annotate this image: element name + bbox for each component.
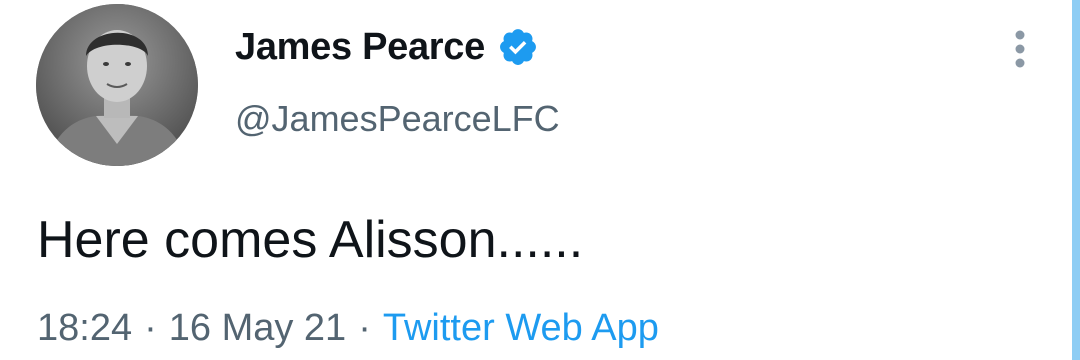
scroll-edge-bar	[1072, 0, 1080, 360]
meta-separator: ·	[358, 307, 371, 349]
tweet-time[interactable]: 18:24	[37, 307, 132, 349]
tweet-text: Here comes Alisson......	[37, 211, 584, 269]
avatar[interactable]	[36, 4, 198, 166]
display-name[interactable]: James Pearce	[235, 26, 485, 69]
more-vertical-icon[interactable]	[1006, 28, 1034, 74]
author-row: James Pearce	[235, 24, 539, 70]
user-handle[interactable]: @JamesPearceLFC	[235, 98, 560, 140]
verified-badge-icon	[497, 26, 539, 68]
tweet-date[interactable]: 16 May 21	[169, 307, 346, 349]
tweet-card: James Pearce @JamesPearceLFC Here comes …	[0, 0, 1080, 360]
profile-photo-icon	[36, 4, 198, 166]
meta-separator: ·	[144, 307, 157, 349]
tweet-meta: 18:24 · 16 May 21 · Twitter Web App	[37, 307, 659, 350]
tweet-source-link[interactable]: Twitter Web App	[383, 307, 659, 349]
